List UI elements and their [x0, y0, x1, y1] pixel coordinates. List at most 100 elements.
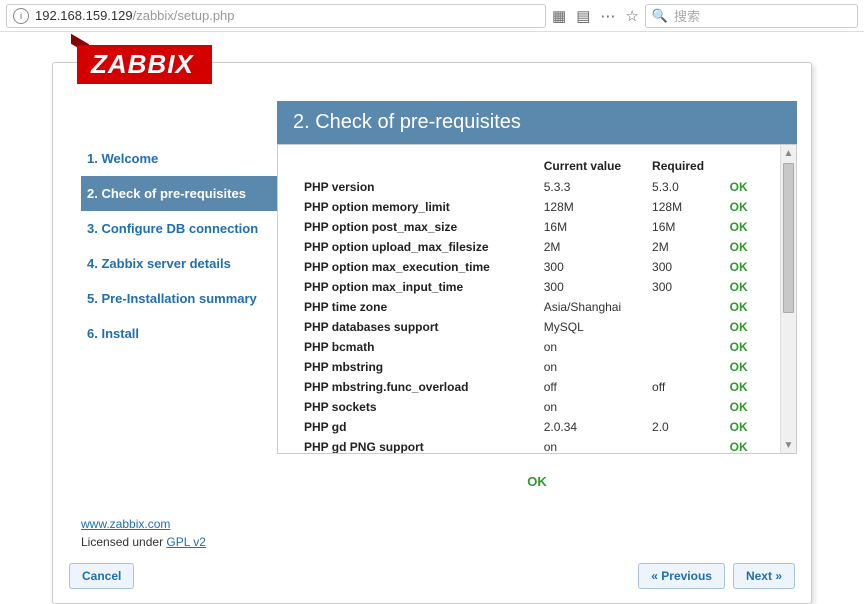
- url-host: 192.168.159.129: [35, 8, 133, 23]
- browser-search-box[interactable]: 🔍 搜索: [645, 4, 858, 28]
- content-heading: 2. Check of pre-requisites: [277, 101, 797, 144]
- req-status: OK: [724, 177, 760, 197]
- req-current: MySQL: [538, 317, 646, 337]
- req-name: PHP option upload_max_filesize: [298, 237, 538, 257]
- more-icon[interactable]: ⋯: [600, 7, 615, 25]
- scroll-thumb[interactable]: [783, 163, 794, 313]
- req-current: Asia/Shanghai: [538, 297, 646, 317]
- req-required: 300: [646, 277, 724, 297]
- req-current: 2M: [538, 237, 646, 257]
- search-placeholder: 搜索: [674, 6, 700, 25]
- prerequisites-table: Current value Required PHP version5.3.35…: [298, 155, 760, 453]
- table-row: PHP mbstringonOK: [298, 357, 760, 377]
- wizard-sidebar: 1. Welcome2. Check of pre-requisites3. C…: [67, 101, 277, 499]
- req-status: OK: [724, 437, 760, 453]
- zabbix-link[interactable]: www.zabbix.com: [81, 517, 170, 531]
- wizard-step-4[interactable]: 4. Zabbix server details: [81, 246, 277, 281]
- table-row: PHP time zoneAsia/Shanghai OK: [298, 297, 760, 317]
- next-button[interactable]: Next »: [733, 563, 795, 589]
- previous-button[interactable]: « Previous: [638, 563, 725, 589]
- req-current: on: [538, 437, 646, 453]
- bookmark-icon[interactable]: ☆: [625, 7, 638, 25]
- qr-icon[interactable]: ▦: [552, 7, 566, 25]
- url-box[interactable]: i 192.168.159.129/zabbix/setup.php: [6, 4, 546, 28]
- table-row: PHP version5.3.35.3.0OK: [298, 177, 760, 197]
- table-row: PHP databases supportMySQL OK: [298, 317, 760, 337]
- req-current: 128M: [538, 197, 646, 217]
- req-required: [646, 317, 724, 337]
- req-status: OK: [724, 197, 760, 217]
- req-current: 300: [538, 257, 646, 277]
- req-required: [646, 437, 724, 453]
- table-row: PHP option upload_max_filesize2M2MOK: [298, 237, 760, 257]
- req-required: [646, 297, 724, 317]
- req-status: OK: [724, 277, 760, 297]
- scrollbar[interactable]: ▲ ▼: [780, 145, 796, 453]
- license-prefix: Licensed under: [81, 535, 166, 549]
- req-status: OK: [724, 317, 760, 337]
- wizard-step-3[interactable]: 3. Configure DB connection: [81, 211, 277, 246]
- scroll-down-icon[interactable]: ▼: [781, 437, 796, 453]
- table-row: PHP option memory_limit128M128MOK: [298, 197, 760, 217]
- wizard-step-2[interactable]: 2. Check of pre-requisites: [81, 176, 277, 211]
- overall-status: OK: [277, 454, 797, 499]
- req-status: OK: [724, 217, 760, 237]
- col-status: [724, 155, 760, 177]
- wizard-step-6[interactable]: 6. Install: [81, 316, 277, 351]
- search-icon: 🔍: [652, 8, 668, 24]
- col-current: Current value: [538, 155, 646, 177]
- table-row: PHP bcmathonOK: [298, 337, 760, 357]
- req-required: off: [646, 377, 724, 397]
- req-name: PHP mbstring.func_overload: [298, 377, 538, 397]
- req-required: 2M: [646, 237, 724, 257]
- logo-text: ZABBIX: [77, 45, 212, 84]
- info-icon[interactable]: i: [13, 8, 29, 24]
- req-name: PHP option max_input_time: [298, 277, 538, 297]
- table-row: PHP gd2.0.342.0OK: [298, 417, 760, 437]
- table-row: PHP socketsonOK: [298, 397, 760, 417]
- table-row: PHP option max_execution_time300300OK: [298, 257, 760, 277]
- req-name: PHP gd: [298, 417, 538, 437]
- table-row: PHP gd PNG supporton OK: [298, 437, 760, 453]
- req-name: PHP option post_max_size: [298, 217, 538, 237]
- table-row: PHP option post_max_size16M16MOK: [298, 217, 760, 237]
- req-required: [646, 337, 724, 357]
- license-link[interactable]: GPL v2: [166, 535, 206, 549]
- req-current: 300: [538, 277, 646, 297]
- req-status: OK: [724, 417, 760, 437]
- wizard-buttons: Cancel « Previous Next »: [67, 563, 797, 589]
- req-current: off: [538, 377, 646, 397]
- scroll-up-icon[interactable]: ▲: [781, 145, 796, 161]
- req-required: [646, 357, 724, 377]
- req-name: PHP time zone: [298, 297, 538, 317]
- req-current: 2.0.34: [538, 417, 646, 437]
- req-name: PHP bcmath: [298, 337, 538, 357]
- wizard-step-1[interactable]: 1. Welcome: [81, 141, 277, 176]
- req-status: OK: [724, 377, 760, 397]
- req-current: 5.3.3: [538, 177, 646, 197]
- req-required: 128M: [646, 197, 724, 217]
- browser-address-bar: i 192.168.159.129/zabbix/setup.php ▦ ▤ ⋯…: [0, 0, 864, 32]
- req-current: on: [538, 397, 646, 417]
- req-status: OK: [724, 397, 760, 417]
- req-name: PHP gd PNG support: [298, 437, 538, 453]
- col-name: [298, 155, 538, 177]
- req-required: 300: [646, 257, 724, 277]
- browser-toolbar-icons: ▦ ▤ ⋯ ☆: [552, 7, 639, 25]
- setup-wizard: ZABBIX 1. Welcome2. Check of pre-requisi…: [52, 62, 812, 604]
- req-name: PHP version: [298, 177, 538, 197]
- table-row: PHP mbstring.func_overloadoffoffOK: [298, 377, 760, 397]
- req-required: 16M: [646, 217, 724, 237]
- content-scroll: Current value Required PHP version5.3.35…: [278, 145, 780, 453]
- cancel-button[interactable]: Cancel: [69, 563, 134, 589]
- req-current: on: [538, 357, 646, 377]
- reader-icon[interactable]: ▤: [576, 7, 590, 25]
- req-required: 2.0: [646, 417, 724, 437]
- req-current: on: [538, 337, 646, 357]
- wizard-step-5[interactable]: 5. Pre-Installation summary: [81, 281, 277, 316]
- req-name: PHP databases support: [298, 317, 538, 337]
- req-name: PHP option max_execution_time: [298, 257, 538, 277]
- req-status: OK: [724, 297, 760, 317]
- footer-links: www.zabbix.com Licensed under GPL v2: [67, 499, 797, 549]
- url-path: /zabbix/setup.php: [133, 8, 235, 23]
